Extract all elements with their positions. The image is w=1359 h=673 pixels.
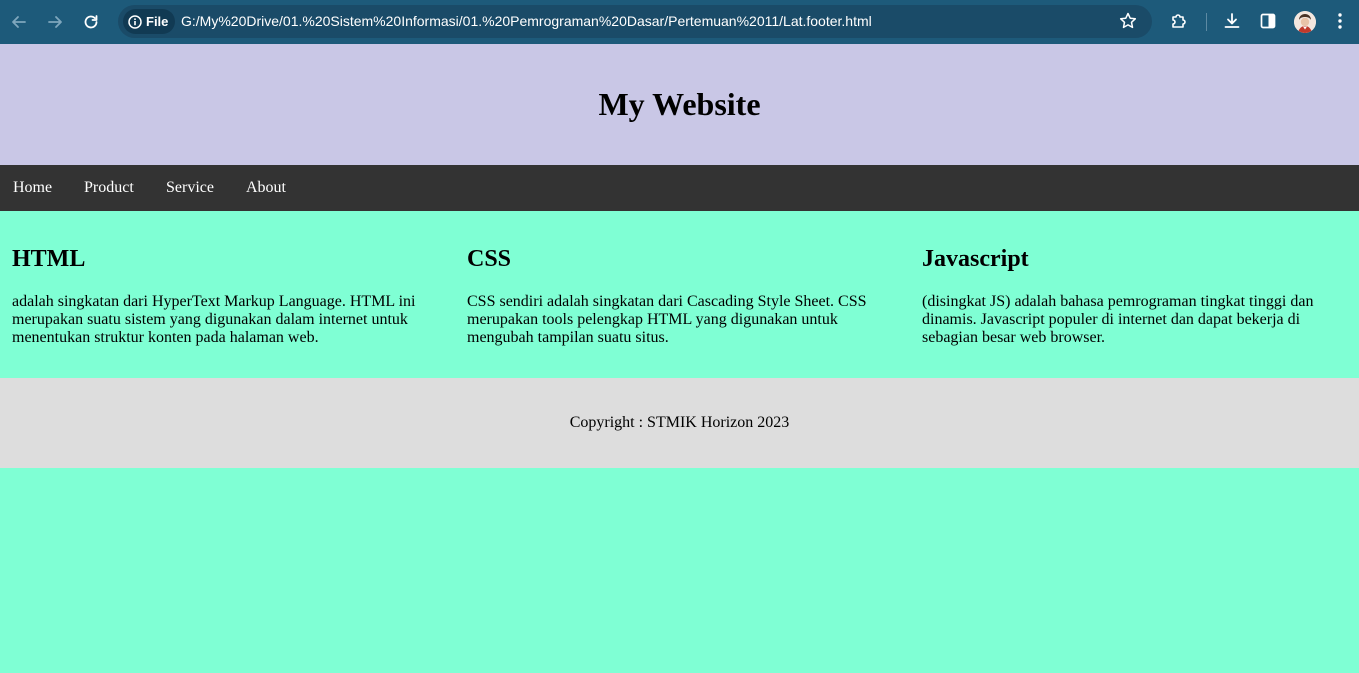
puzzle-icon (1172, 14, 1186, 28)
site-header: My Website (0, 44, 1359, 165)
column-text: (disingkat JS) adalah bahasa pemrograman… (922, 293, 1314, 346)
reload-button[interactable] (80, 11, 102, 33)
column-text: CSS sendiri adalah singkatan dari Cascad… (467, 293, 867, 346)
column-heading: CSS (467, 246, 512, 272)
site-chip-label: File (146, 14, 169, 29)
forward-button[interactable] (44, 11, 66, 33)
arrow-left-icon (12, 16, 26, 28)
main-nav: Home Product Service About (0, 165, 1359, 211)
browser-menu-button[interactable] (1330, 11, 1352, 33)
site-footer: Copyright : STMIK Horizon 2023 (0, 378, 1359, 468)
column-heading: Javascript (922, 246, 1029, 272)
kebab-menu-icon (1338, 13, 1342, 29)
star-icon (1119, 12, 1137, 29)
column-heading: HTML (12, 246, 86, 272)
side-panel-icon (1260, 13, 1276, 29)
toolbar-divider (1206, 13, 1207, 31)
download-icon (1224, 13, 1240, 28)
reload-icon (84, 15, 98, 29)
column-text: adalah singkatan dari HyperText Markup L… (12, 293, 416, 346)
column-html: HTML adalah singkatan dari HyperText Mar… (12, 245, 432, 346)
page-title: My Website (598, 86, 761, 122)
side-panel-button[interactable] (1258, 11, 1280, 33)
downloads-button[interactable] (1222, 11, 1244, 33)
nav-item-home[interactable]: Home (13, 178, 52, 198)
column-css: CSS CSS sendiri adalah singkatan dari Ca… (467, 245, 887, 346)
copyright-text: Copyright : STMIK Horizon 2023 (569, 414, 790, 431)
site-info-chip[interactable]: File (123, 9, 175, 34)
column-javascript: Javascript (disingkat JS) adalah bahasa … (922, 245, 1342, 346)
arrow-right-icon (48, 16, 62, 28)
back-button[interactable] (8, 11, 30, 33)
info-icon (128, 15, 142, 29)
avatar[interactable] (1294, 11, 1316, 33)
nav-item-service[interactable]: Service (166, 178, 214, 198)
nav-item-product[interactable]: Product (84, 178, 134, 198)
browser-toolbar: File G:/My%20Drive/01.%20Sistem%20Inform… (0, 0, 1359, 44)
url-text[interactable]: G:/My%20Drive/01.%20Sistem%20Informasi/0… (181, 13, 872, 29)
extensions-button[interactable] (1169, 11, 1191, 33)
nav-item-about[interactable]: About (246, 178, 286, 198)
bookmark-button[interactable] (1118, 11, 1140, 33)
address-bar[interactable]: File G:/My%20Drive/01.%20Sistem%20Inform… (118, 5, 1152, 38)
